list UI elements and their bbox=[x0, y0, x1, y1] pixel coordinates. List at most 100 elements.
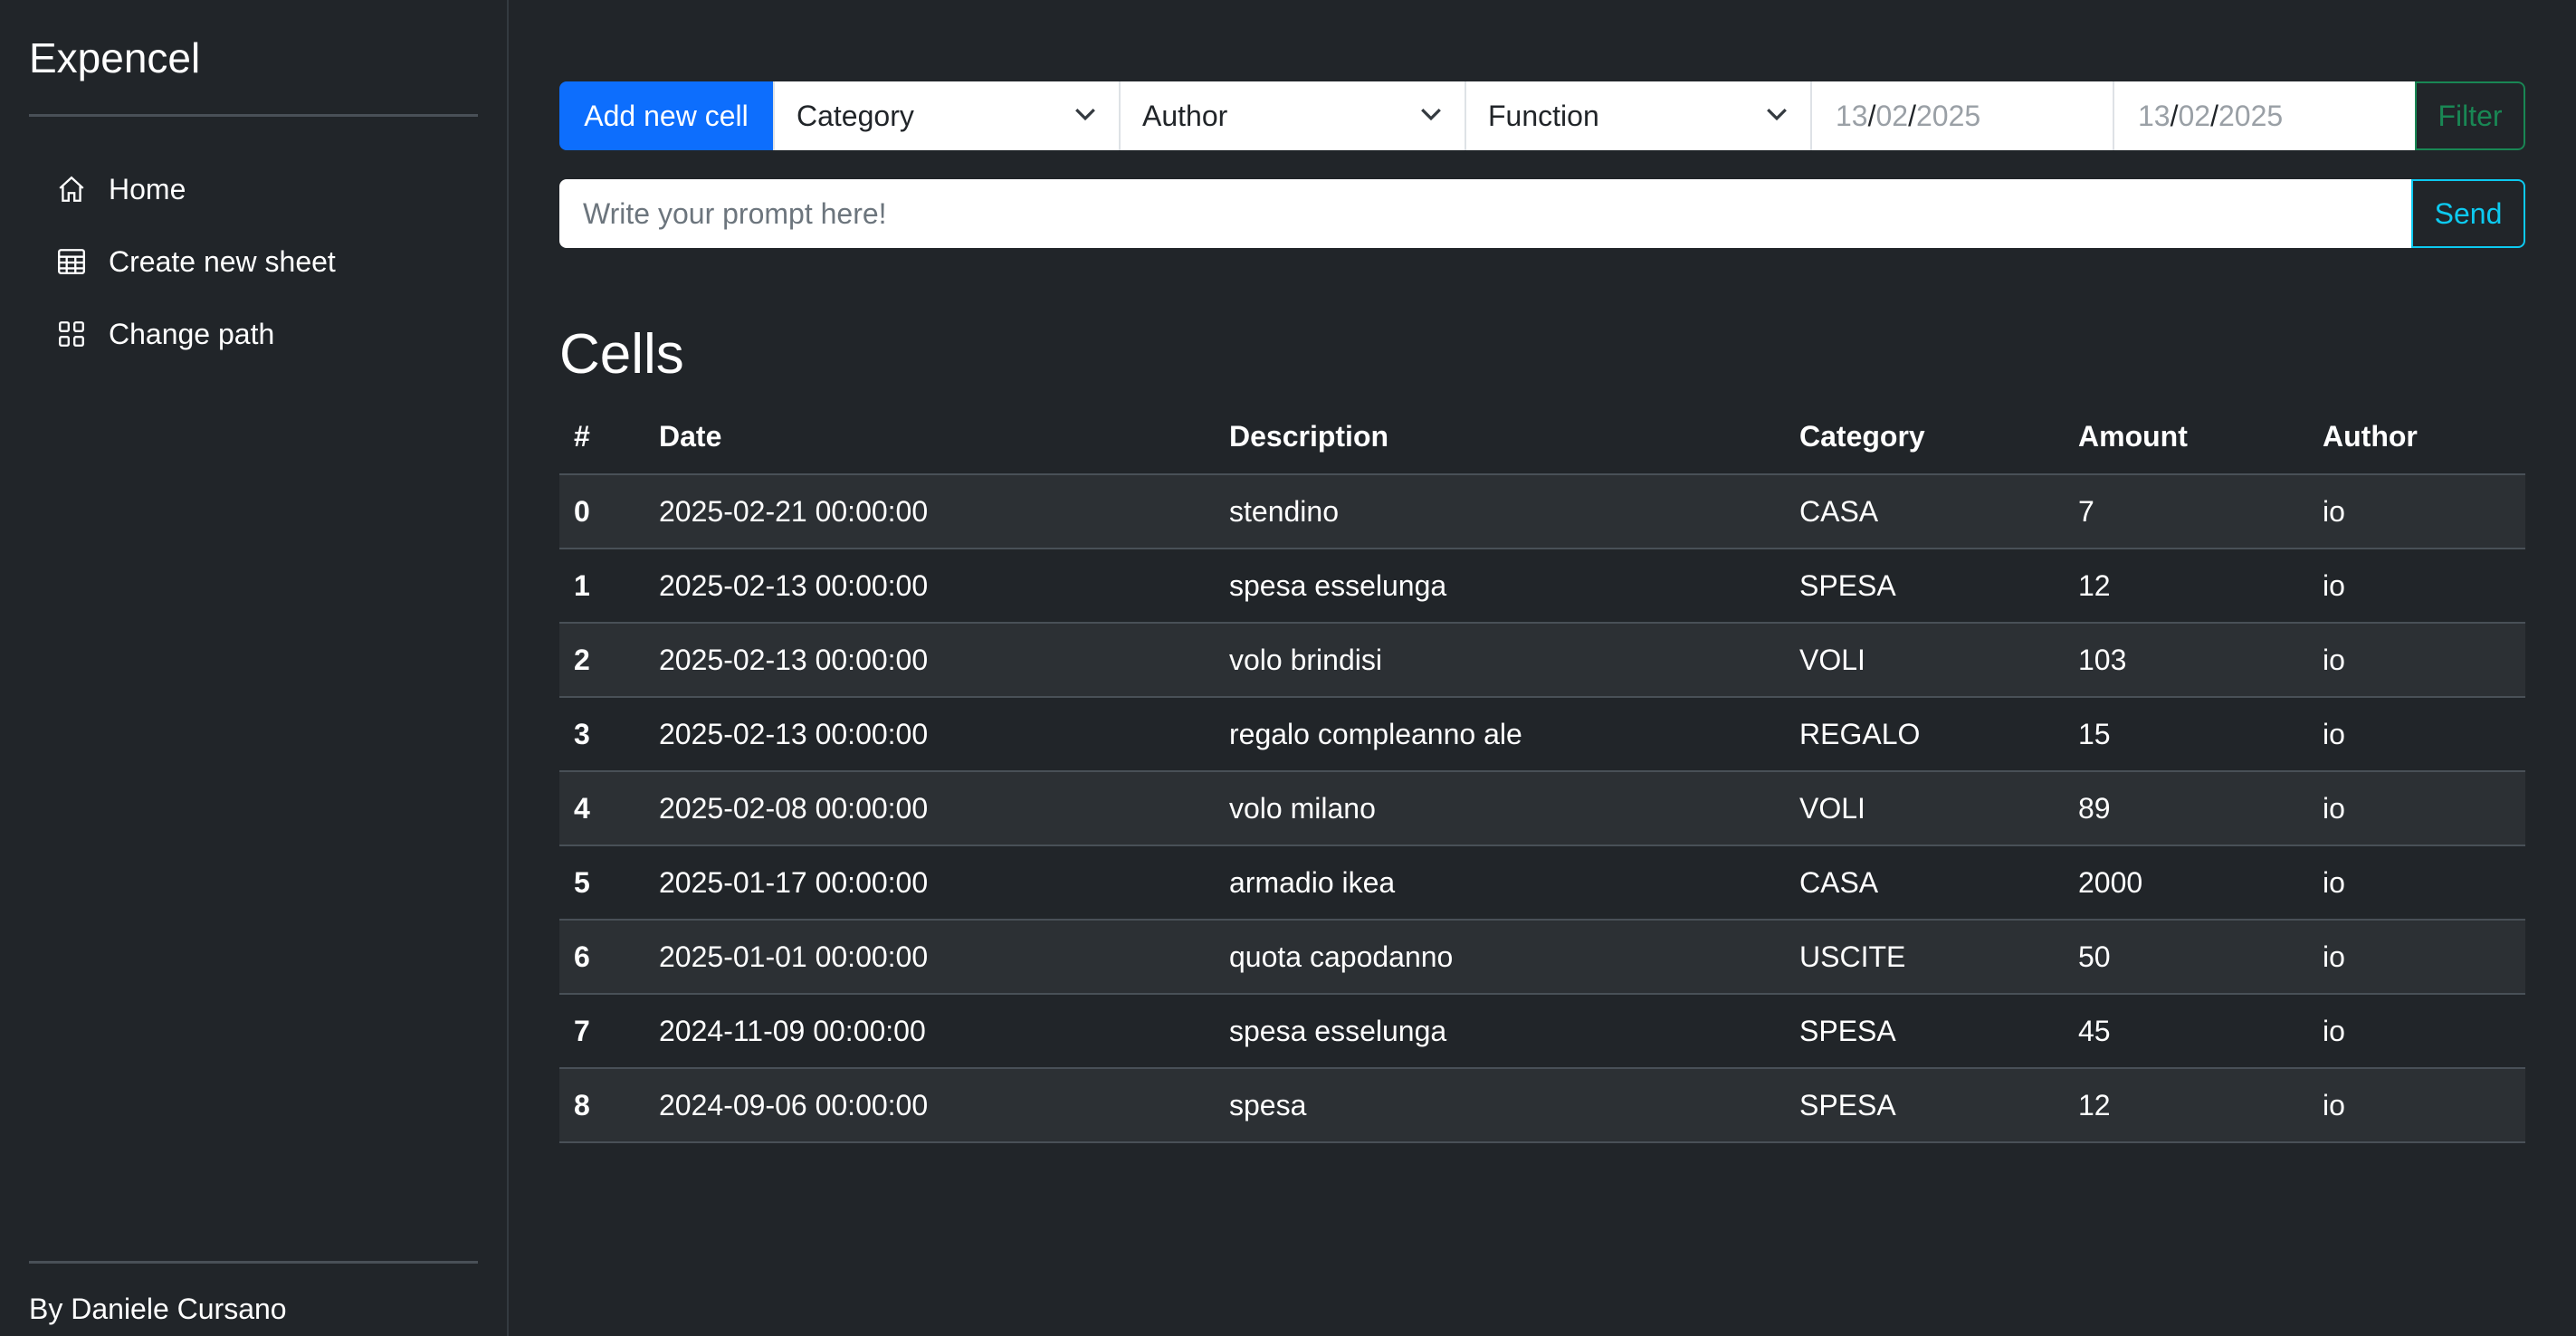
brand-title[interactable]: Expencel bbox=[29, 29, 478, 87]
function-select[interactable]: Function bbox=[1465, 81, 1810, 150]
sidebar-item-change-path[interactable]: Change path bbox=[29, 298, 478, 370]
cell-amount: 2000 bbox=[2064, 845, 2308, 921]
sidebar-item-label: Change path bbox=[109, 317, 275, 350]
cell-date: 2025-02-21 00:00:00 bbox=[644, 474, 1215, 549]
cell-description: spesa bbox=[1215, 1068, 1785, 1143]
cell-description: spesa esselunga bbox=[1215, 549, 1785, 624]
home-icon bbox=[56, 174, 87, 205]
grid-icon bbox=[56, 319, 87, 349]
table-icon bbox=[56, 246, 87, 277]
cell-category: VOLI bbox=[1785, 771, 2064, 846]
cell-date: 2024-11-09 00:00:00 bbox=[644, 994, 1215, 1069]
function-select-value: Function bbox=[1488, 99, 1599, 132]
column-header-category[interactable]: Category bbox=[1785, 400, 2064, 475]
filter-toolbar: Add new cell Category Author Function 13… bbox=[559, 81, 2525, 150]
table-row[interactable]: 5 2025-01-17 00:00:00 armadio ikea CASA 2000… bbox=[559, 845, 2525, 921]
cell-date: 2025-02-13 00:00:00 bbox=[644, 697, 1215, 772]
date-year: 2025 bbox=[1915, 99, 1981, 132]
date-from-input[interactable]: 13/02/2025 bbox=[1810, 81, 2113, 150]
table-row[interactable]: 4 2025-02-08 00:00:00 volo milano VOLI 89 io bbox=[559, 771, 2525, 846]
date-separator: / bbox=[1908, 99, 1916, 132]
table-body: 0 2025-02-21 00:00:00 stendino CASA 7 io 1 2025… bbox=[559, 474, 2525, 1143]
send-button[interactable]: Send bbox=[2411, 179, 2525, 248]
cell-index: 5 bbox=[559, 845, 644, 921]
cell-category: CASA bbox=[1785, 474, 2064, 549]
cell-date: 2025-01-17 00:00:00 bbox=[644, 845, 1215, 921]
main-content: Add new cell Category Author Function 13… bbox=[509, 0, 2576, 1336]
cell-amount: 50 bbox=[2064, 920, 2308, 995]
table-row[interactable]: 3 2025-02-13 00:00:00 regalo compleanno al… bbox=[559, 697, 2525, 772]
author-credit: By Daniele Cursano bbox=[29, 1293, 287, 1325]
cell-amount: 15 bbox=[2064, 697, 2308, 772]
cell-index: 3 bbox=[559, 697, 644, 772]
date-separator: / bbox=[2210, 99, 2218, 132]
cell-date: 2025-01-01 00:00:00 bbox=[644, 920, 1215, 995]
date-month: 02 bbox=[1875, 99, 1909, 132]
sidebar-item-label: Home bbox=[109, 172, 186, 205]
sidebar-divider bbox=[29, 1261, 478, 1264]
cell-author: io bbox=[2308, 697, 2525, 772]
add-cell-button[interactable]: Add new cell bbox=[559, 81, 773, 150]
category-select-value: Category bbox=[797, 99, 914, 132]
cell-category: SPESA bbox=[1785, 994, 2064, 1069]
cell-author: io bbox=[2308, 920, 2525, 995]
date-separator: / bbox=[1867, 99, 1876, 132]
cell-date: 2025-02-08 00:00:00 bbox=[644, 771, 1215, 846]
cell-description: volo brindisi bbox=[1215, 623, 1785, 698]
cell-category: CASA bbox=[1785, 845, 2064, 921]
table-row[interactable]: 8 2024-09-06 00:00:00 spesa SPESA 12 io bbox=[559, 1068, 2525, 1143]
column-header-date[interactable]: Date bbox=[644, 400, 1215, 475]
cell-author: io bbox=[2308, 623, 2525, 698]
cell-author: io bbox=[2308, 549, 2525, 624]
page-title: Cells bbox=[559, 323, 684, 386]
cell-category: SPESA bbox=[1785, 549, 2064, 624]
cell-index: 7 bbox=[559, 994, 644, 1069]
date-separator: / bbox=[2170, 99, 2179, 132]
table-row[interactable]: 7 2024-11-09 00:00:00 spesa esselunga SPESA… bbox=[559, 994, 2525, 1069]
table-row[interactable]: 1 2025-02-13 00:00:00 spesa esselunga SPESA… bbox=[559, 549, 2525, 624]
author-select[interactable]: Author bbox=[1119, 81, 1465, 150]
column-header-description[interactable]: Description bbox=[1215, 400, 1785, 475]
column-header-index[interactable]: # bbox=[559, 400, 644, 475]
category-select[interactable]: Category bbox=[773, 81, 1119, 150]
sidebar-item-home[interactable]: Home bbox=[29, 153, 478, 225]
cell-index: 6 bbox=[559, 920, 644, 995]
cell-amount: 7 bbox=[2064, 474, 2308, 549]
prompt-input[interactable] bbox=[559, 179, 2411, 248]
cell-description: regalo compleanno ale bbox=[1215, 697, 1785, 772]
table-row[interactable]: 6 2025-01-01 00:00:00 quota capodanno USCIT… bbox=[559, 920, 2525, 995]
sidebar-footer: By Daniele Cursano bbox=[29, 1261, 478, 1327]
date-month: 02 bbox=[2178, 99, 2211, 132]
sidebar-item-create-sheet[interactable]: Create new sheet bbox=[29, 225, 478, 298]
cell-author: io bbox=[2308, 474, 2525, 549]
cell-author: io bbox=[2308, 845, 2525, 921]
column-header-author[interactable]: Author bbox=[2308, 400, 2525, 475]
chevron-down-icon bbox=[1765, 100, 1789, 133]
cell-description: stendino bbox=[1215, 474, 1785, 549]
chevron-down-icon bbox=[1419, 100, 1443, 133]
cell-index: 1 bbox=[559, 549, 644, 624]
cell-amount: 89 bbox=[2064, 771, 2308, 846]
cell-index: 8 bbox=[559, 1068, 644, 1143]
cell-author: io bbox=[2308, 1068, 2525, 1143]
cell-date: 2025-02-13 00:00:00 bbox=[644, 623, 1215, 698]
date-to-input[interactable]: 13/02/2025 bbox=[2113, 81, 2415, 150]
cell-category: SPESA bbox=[1785, 1068, 2064, 1143]
sidebar-item-label: Create new sheet bbox=[109, 244, 336, 278]
cell-amount: 12 bbox=[2064, 1068, 2308, 1143]
filter-button[interactable]: Filter bbox=[2415, 81, 2525, 150]
sidebar-nav: Home Create new sheet Change path bbox=[29, 153, 478, 370]
cell-description: armadio ikea bbox=[1215, 845, 1785, 921]
sidebar: Expencel Home Create new sheet Change pa… bbox=[0, 0, 509, 1336]
date-day: 13 bbox=[2138, 99, 2171, 132]
table-row[interactable]: 2 2025-02-13 00:00:00 volo brindisi VOLI 103… bbox=[559, 623, 2525, 698]
cells-table: # Date Description Category Amount Autho… bbox=[559, 400, 2525, 1143]
column-header-amount[interactable]: Amount bbox=[2064, 400, 2308, 475]
cell-index: 2 bbox=[559, 623, 644, 698]
cell-author: io bbox=[2308, 771, 2525, 846]
cell-category: VOLI bbox=[1785, 623, 2064, 698]
cell-description: spesa esselunga bbox=[1215, 994, 1785, 1069]
author-select-value: Author bbox=[1142, 99, 1228, 132]
cell-category: REGALO bbox=[1785, 697, 2064, 772]
table-row[interactable]: 0 2025-02-21 00:00:00 stendino CASA 7 io bbox=[559, 474, 2525, 549]
